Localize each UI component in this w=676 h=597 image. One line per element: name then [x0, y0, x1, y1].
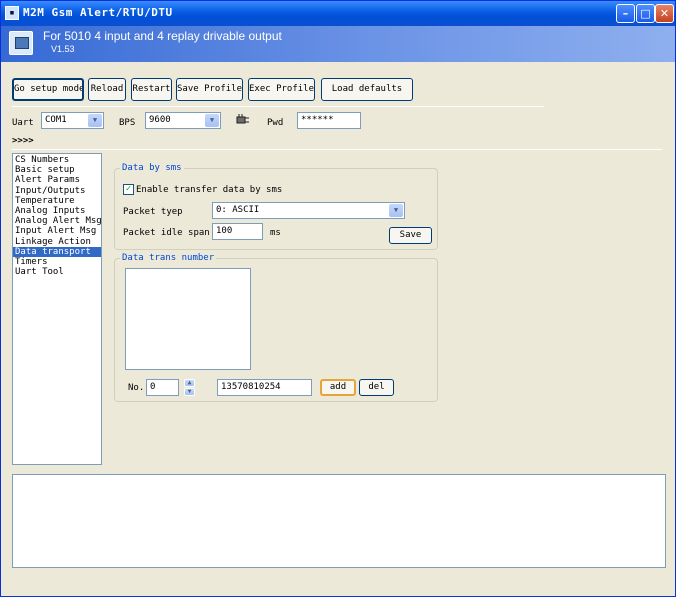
uart-value: COM1: [45, 115, 67, 125]
connection-plug-icon[interactable]: [236, 113, 250, 127]
reload-button[interactable]: Reload: [88, 78, 126, 101]
go-setup-mode-button[interactable]: Go setup mode: [12, 78, 84, 101]
no-label: No.: [128, 383, 145, 393]
banner-version: V1.53: [51, 44, 75, 54]
packet-type-select[interactable]: 0: ASCII ▼: [212, 202, 405, 219]
save-button[interactable]: Save: [389, 227, 432, 244]
trans-number-list[interactable]: [125, 268, 251, 370]
window-title: M2M Gsm Alert/RTU/DTU: [23, 6, 173, 19]
app-icon: ▪: [5, 6, 19, 20]
add-button[interactable]: add: [320, 379, 356, 396]
minimize-button[interactable]: –: [616, 4, 635, 23]
uart-select[interactable]: COM1 ▼: [41, 112, 104, 129]
sidebar-item-basic-setup[interactable]: Basic setup: [13, 165, 101, 175]
sidebar-item-uart-tool[interactable]: Uart Tool: [13, 267, 101, 277]
sidebar-item-analog-alert-msg[interactable]: Analog Alert Msg: [13, 216, 102, 226]
restart-button[interactable]: Restart: [131, 78, 172, 101]
banner-title: For 5010 4 input and 4 replay drivable o…: [43, 29, 282, 43]
sidebar-item-data-transport[interactable]: Data transport: [13, 246, 101, 257]
load-defaults-button[interactable]: Load defaults: [321, 78, 413, 101]
spin-up-icon[interactable]: ▲: [184, 379, 195, 387]
device-icon: [9, 31, 33, 55]
spin-down-icon[interactable]: ▼: [184, 388, 195, 396]
sidebar-item-alert-params[interactable]: Alert Params: [13, 175, 101, 185]
phone-number-input[interactable]: 13570810254: [217, 379, 312, 396]
sidebar-item-analog-inputs[interactable]: Analog Inputs: [13, 206, 101, 216]
sidebar-item-linkage-action[interactable]: Linkage Action: [13, 237, 101, 247]
main-window: ▪ M2M Gsm Alert/RTU/DTU – □ ✕ For 5010 4…: [0, 0, 676, 597]
header-separator: [12, 149, 662, 150]
sidebar-list[interactable]: CS Numbers Basic setup Alert Params Inpu…: [12, 153, 102, 465]
chevron-down-icon[interactable]: ▼: [389, 204, 403, 217]
no-input[interactable]: 0: [146, 379, 179, 396]
pwd-label: Pwd: [267, 118, 284, 128]
log-output-area[interactable]: [12, 474, 666, 568]
del-button[interactable]: del: [359, 379, 394, 396]
idle-span-input[interactable]: 100: [212, 223, 263, 240]
exec-profile-button[interactable]: Exec Profile: [248, 78, 315, 101]
sidebar-item-input-alert-msg[interactable]: Input Alert Msg: [13, 226, 101, 236]
packet-type-value: 0: ASCII: [216, 205, 260, 215]
breadcrumb: >>>>: [12, 136, 34, 146]
sidebar-item-cs-numbers[interactable]: CS Numbers: [13, 155, 101, 165]
data-by-sms-title: Data by sms: [120, 163, 184, 173]
enable-sms-checkbox[interactable]: ✓: [123, 184, 134, 195]
packet-type-label: Packet tyep: [123, 207, 183, 217]
app-banner: For 5010 4 input and 4 replay drivable o…: [1, 26, 675, 62]
close-button[interactable]: ✕: [655, 4, 674, 23]
sidebar-item-input-outputs[interactable]: Input/Outputs: [13, 186, 101, 196]
sidebar-item-timers[interactable]: Timers: [13, 257, 101, 267]
sidebar-item-temperature[interactable]: Temperature: [13, 196, 101, 206]
save-profile-button[interactable]: Save Profile: [176, 78, 243, 101]
chevron-down-icon[interactable]: ▼: [205, 114, 219, 127]
idle-span-unit: ms: [270, 228, 281, 238]
bps-label: BPS: [119, 118, 136, 128]
maximize-button[interactable]: □: [636, 4, 655, 23]
uart-label: Uart: [12, 118, 34, 128]
password-field[interactable]: ******: [297, 112, 361, 129]
bps-select[interactable]: 9600 ▼: [145, 112, 221, 129]
idle-span-label: Packet idle span: [123, 228, 210, 238]
enable-sms-label: Enable transfer data by sms: [136, 185, 283, 195]
data-trans-number-title: Data trans number: [120, 253, 217, 263]
chevron-down-icon[interactable]: ▼: [88, 114, 102, 127]
bps-value: 9600: [149, 115, 171, 125]
toolbar-separator: [12, 106, 544, 107]
title-bar[interactable]: ▪ M2M Gsm Alert/RTU/DTU – □ ✕: [1, 1, 675, 26]
